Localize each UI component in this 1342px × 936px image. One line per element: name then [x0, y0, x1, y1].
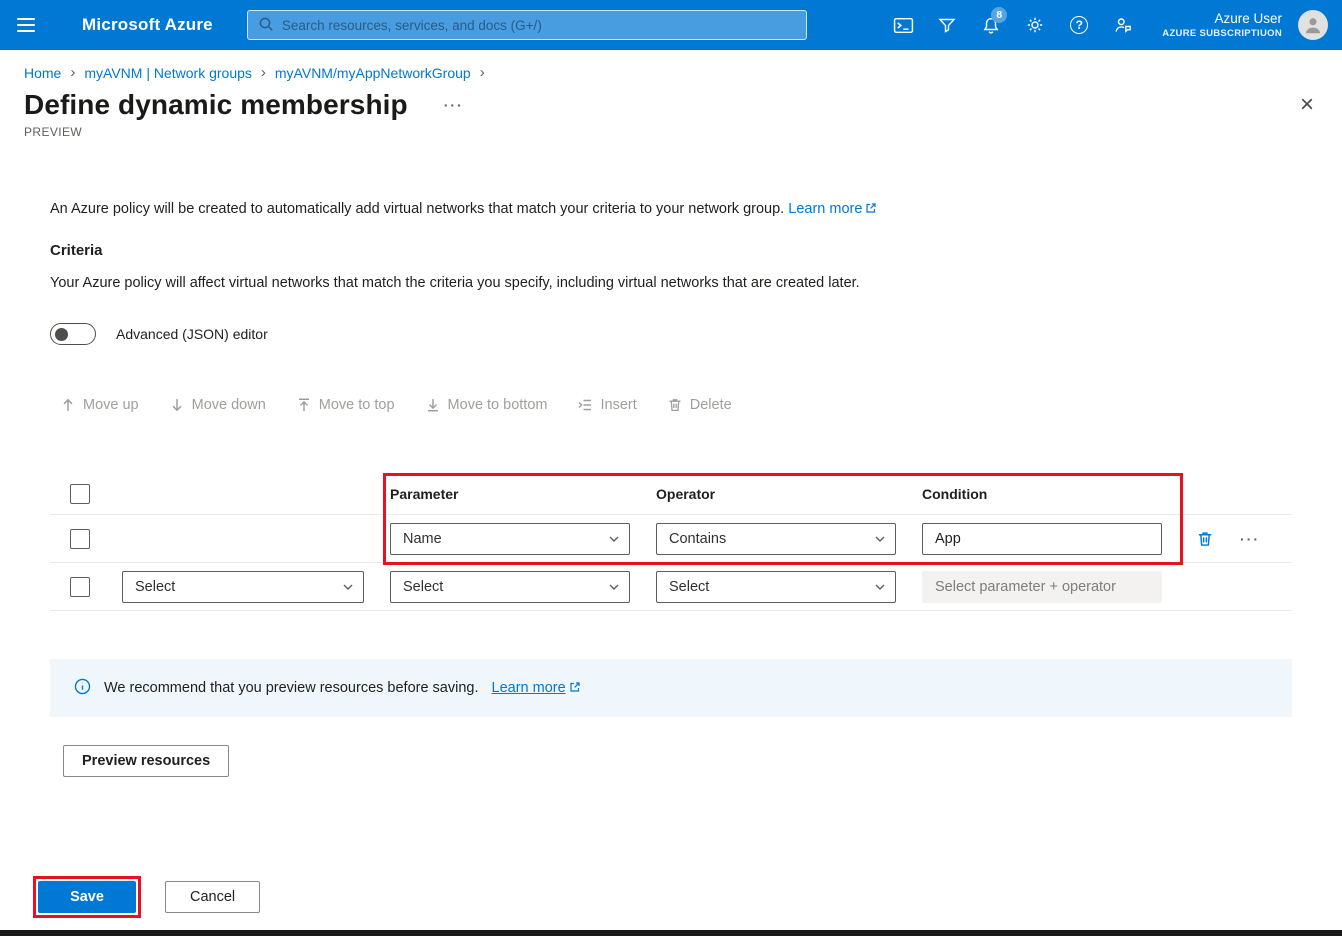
move-to-bottom-button[interactable]: Move to bottom: [425, 397, 548, 413]
cancel-button[interactable]: Cancel: [165, 881, 260, 913]
move-down-button[interactable]: Move down: [169, 397, 266, 413]
external-link-icon: [569, 681, 581, 697]
arrow-up-icon: [60, 397, 76, 413]
user-subscription: AZURE SUBSCRIPTIUON: [1162, 28, 1282, 40]
condition-input[interactable]: [922, 523, 1162, 555]
criteria-table: Parameter Operator Condition Name Contai…: [50, 473, 1292, 611]
toggle-knob: [55, 328, 68, 341]
breadcrumb-home[interactable]: Home: [24, 65, 61, 81]
help-icon: ?: [1070, 16, 1088, 34]
operator-dropdown[interactable]: Select: [656, 571, 896, 603]
delete-button[interactable]: Delete: [667, 397, 732, 413]
chevron-down-icon: [342, 581, 354, 593]
criteria-description: Your Azure policy will affect virtual ne…: [50, 275, 1292, 291]
row-more-button[interactable]: ···: [1240, 531, 1260, 547]
feedback-person-icon: [1113, 15, 1133, 35]
chevron-down-icon: [874, 533, 886, 545]
parameter-dropdown[interactable]: Select: [390, 571, 630, 603]
account-menu[interactable]: Azure User AZURE SUBSCRIPTIUON: [1162, 11, 1282, 40]
brand-title: Microsoft Azure: [82, 15, 213, 35]
info-banner: We recommend that you preview resources …: [50, 659, 1292, 717]
breadcrumb-separator: ›: [480, 64, 485, 81]
insert-icon: [577, 397, 593, 413]
header-condition: Condition: [922, 486, 1162, 502]
toggle-label: Advanced (JSON) editor: [116, 326, 268, 342]
arrow-to-top-icon: [296, 397, 312, 413]
filter-icon: [937, 15, 957, 35]
header-parameter: Parameter: [390, 486, 630, 502]
title-row: Define dynamic membership ··· ×: [0, 81, 1342, 121]
annotation-highlight-save-button: Save: [33, 876, 141, 918]
chevron-down-icon: [608, 581, 620, 593]
breadcrumb-network-group[interactable]: myAVNM/myAppNetworkGroup: [275, 65, 471, 81]
footer-actions: Save Cancel: [33, 876, 260, 918]
chevron-down-icon: [608, 533, 620, 545]
breadcrumb-separator: ›: [261, 64, 266, 81]
cloud-shell-button[interactable]: [884, 6, 922, 44]
criteria-heading: Criteria: [50, 242, 1292, 259]
header-operator: Operator: [656, 486, 896, 502]
criteria-row-1: Name Contains ···: [50, 515, 1292, 563]
hamburger-menu-button[interactable]: [0, 0, 52, 50]
breadcrumb-network-groups[interactable]: myAVNM | Network groups: [84, 65, 252, 81]
intro-text: An Azure policy will be created to autom…: [50, 201, 1292, 218]
feedback-button[interactable]: [1104, 6, 1142, 44]
advanced-json-editor-toggle[interactable]: [50, 323, 96, 345]
banner-learn-more-link[interactable]: Learn more: [492, 680, 581, 697]
close-blade-button[interactable]: ×: [1296, 93, 1318, 117]
search-input[interactable]: [282, 18, 796, 33]
global-search[interactable]: [247, 10, 807, 40]
top-bar: Microsoft Azure 8 ?: [0, 0, 1342, 50]
preview-badge: PREVIEW: [0, 121, 1342, 139]
gear-icon: [1025, 15, 1045, 35]
search-icon: [258, 16, 274, 35]
terminal-icon: [893, 15, 914, 36]
chevron-down-icon: [874, 581, 886, 593]
person-icon: [1302, 14, 1324, 36]
azure-portal-page: Microsoft Azure 8 ?: [0, 0, 1342, 936]
settings-button[interactable]: [1016, 6, 1054, 44]
arrow-down-icon: [169, 397, 185, 413]
trash-icon: [1196, 530, 1214, 548]
save-button[interactable]: Save: [38, 881, 136, 913]
row-delete-button[interactable]: [1196, 530, 1214, 548]
advanced-editor-toggle-row: Advanced (JSON) editor: [50, 323, 1292, 345]
trash-icon: [667, 397, 683, 413]
operator-dropdown[interactable]: Contains: [656, 523, 896, 555]
page-title: Define dynamic membership: [24, 89, 408, 121]
move-up-button[interactable]: Move up: [60, 397, 139, 413]
info-icon: [74, 678, 91, 699]
notification-count-badge: 8: [991, 7, 1007, 23]
content-area: An Azure policy will be created to autom…: [0, 201, 1342, 777]
criteria-table-header: Parameter Operator Condition: [50, 473, 1292, 515]
preview-resources-button[interactable]: Preview resources: [63, 745, 229, 777]
help-button[interactable]: ?: [1060, 6, 1098, 44]
notifications-button[interactable]: 8: [972, 6, 1010, 44]
arrow-to-bottom-icon: [425, 397, 441, 413]
criteria-command-bar: Move up Move down Move to top Move to bo…: [60, 397, 1292, 413]
row-checkbox[interactable]: [70, 577, 90, 597]
move-to-top-button[interactable]: Move to top: [296, 397, 395, 413]
criteria-row-2: Select Select Select: [50, 563, 1292, 611]
select-all-checkbox[interactable]: [70, 484, 90, 504]
condition-input-disabled: [922, 571, 1162, 603]
topbar-actions: 8 ? Azure User AZURE SUBSCRIPTIUON: [884, 6, 1332, 44]
breadcrumb: Home › myAVNM | Network groups › myAVNM/…: [0, 50, 1342, 81]
row-checkbox[interactable]: [70, 529, 90, 549]
user-avatar[interactable]: [1298, 10, 1328, 40]
intro-learn-more-link[interactable]: Learn more: [788, 201, 877, 217]
parameter-dropdown[interactable]: Name: [390, 523, 630, 555]
hamburger-icon: [17, 14, 35, 36]
user-name: Azure User: [1162, 11, 1282, 28]
banner-text: We recommend that you preview resources …: [104, 680, 479, 696]
title-context-menu-button[interactable]: ···: [444, 97, 464, 113]
insert-button[interactable]: Insert: [577, 397, 636, 413]
logical-operator-dropdown[interactable]: Select: [122, 571, 364, 603]
external-link-icon: [865, 202, 877, 218]
directory-filter-button[interactable]: [928, 6, 966, 44]
breadcrumb-separator: ›: [70, 64, 75, 81]
screen-bottom-edge: [0, 930, 1342, 936]
